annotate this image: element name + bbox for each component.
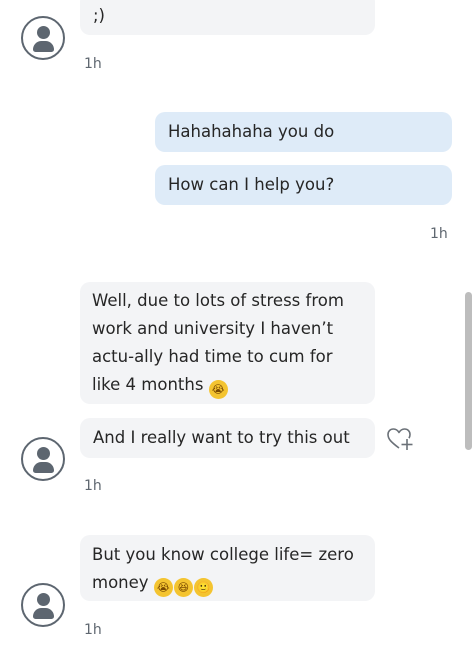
scrollbar-track[interactable] [464, 0, 474, 651]
message-bubble[interactable]: But you know college life= zero money 😭 😆… [80, 535, 375, 601]
smile-emoji-icon: 🙂 [193, 578, 213, 597]
scrollbar-thumb[interactable] [465, 292, 472, 450]
message-bubble[interactable]: ;) [80, 0, 375, 35]
message-timestamp: 1h [84, 622, 102, 638]
avatar-head-icon [36, 447, 50, 460]
crying-emoji-icon: 😭 [208, 380, 228, 399]
message-bubble[interactable]: Hahahahaha you do [155, 112, 452, 152]
message-timestamp: 1h [84, 56, 102, 72]
avatar-head-icon [36, 26, 50, 39]
message-bubble[interactable]: And I really want to try this out [80, 418, 375, 458]
message-bubble[interactable]: How can I help you? [155, 165, 452, 205]
avatar[interactable] [21, 583, 65, 627]
message-text: ;) [93, 6, 105, 25]
laughing-emoji-icon: 😆 [173, 578, 193, 597]
heart-plus-icon[interactable] [386, 425, 414, 453]
message-text: But you know college life= zero money [92, 545, 354, 592]
message-bubble[interactable]: Well, due to lots of stress from work an… [80, 282, 375, 404]
avatar-body-icon [32, 462, 54, 473]
avatar[interactable] [21, 16, 65, 60]
avatar-body-icon [32, 608, 54, 619]
message-timestamp: 1h [84, 478, 102, 494]
message-text: How can I help you? [168, 175, 335, 194]
message-text: Well, due to lots of stress from work an… [92, 291, 344, 394]
crying-emoji-icon: 😭 [153, 578, 173, 597]
avatar[interactable] [21, 437, 65, 481]
message-timestamp: 1h [430, 226, 448, 242]
avatar-head-icon [36, 593, 50, 606]
message-text: And I really want to try this out [93, 428, 350, 447]
avatar-body-icon [32, 41, 54, 52]
message-text: Hahahahaha you do [168, 122, 335, 141]
